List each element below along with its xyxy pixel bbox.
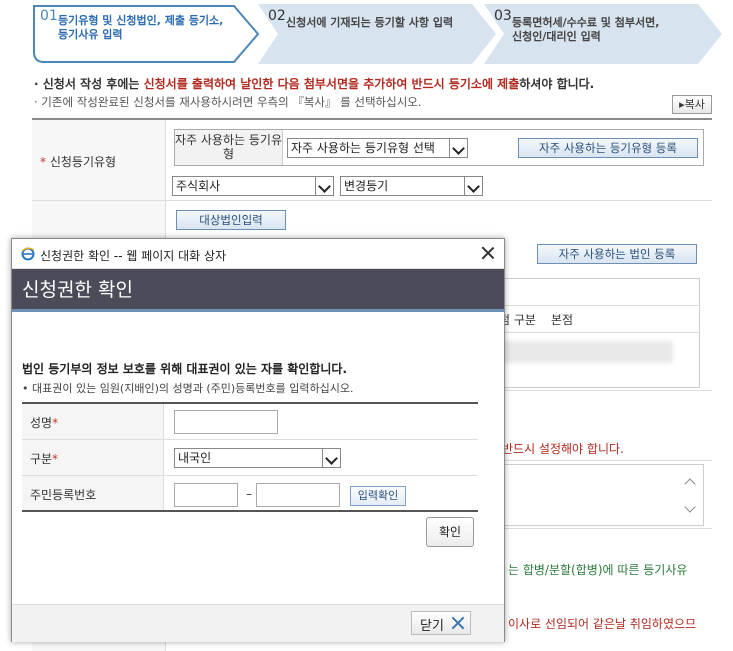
name-input[interactable] — [174, 410, 278, 434]
frequent-corp-register-button[interactable]: 자주 사용하는 법인 등록 — [537, 244, 697, 264]
step-2: 02 신청서에 기재되는 등기할 사항 입력 — [258, 4, 498, 64]
copy-button[interactable]: ▸복사 — [672, 95, 712, 114]
frequent-type-box: 자주 사용하는 등기유형 자주 사용하는 등기유형 선택 자주 사용하는 등기유… — [174, 129, 704, 166]
notice-reuse: · 기존에 작성완료된 신청서를 재사용하시려면 우측의 『복사』 를 선택하십… — [34, 95, 422, 109]
rrn-label: 주민등록번호 — [30, 488, 97, 502]
warning-text: 반드시 설정해야 합니다. — [502, 442, 624, 456]
frequent-type-register-button[interactable]: 자주 사용하는 등기유형 등록 — [518, 138, 698, 158]
frequent-type-select[interactable]: 자주 사용하는 등기유형 선택 — [287, 138, 468, 158]
appointment-info-text: 이사로 선임되어 같은날 취임하였으므 — [508, 617, 697, 631]
info-message: 법인 등기부의 정보 보호를 위해 대표권이 있는 자를 확인합니다. — [22, 362, 348, 376]
dialog-heading: 신청권한 확인 — [22, 279, 133, 301]
registration-type-label: * 신청등기유형 — [40, 155, 117, 169]
category-select[interactable]: 내국인 — [174, 448, 341, 468]
step-progress: 01 등기유형 및 신청법인, 제출 등기소, 등기사유 입력 02 신청서에 … — [32, 4, 722, 66]
scroll-up-icon[interactable] — [685, 477, 695, 487]
step-3-label: 등록면허세/수수료 및 첨부서면, 신청인/대리인 입력 — [512, 16, 660, 43]
target-corp-button[interactable]: 대상법인입력 — [176, 210, 286, 230]
scrollable-textarea[interactable] — [474, 464, 704, 526]
chevron-down-icon — [315, 177, 333, 195]
registration-type-select[interactable]: 변경등기 — [340, 176, 483, 196]
notice-submit: · 신청서 작성 후에는 신청서를 출력하여 날인한 다음 첨부서면을 추가하여… — [34, 77, 595, 91]
dialog-footer: 닫기 — [12, 604, 504, 642]
confirm-input-button[interactable]: 입력확인 — [350, 486, 406, 506]
chevron-down-icon — [322, 449, 340, 467]
info-instruction: • 대표권이 있는 임원(지배인)의 성명과 (주민)등록번호를 입력하십시오. — [22, 382, 354, 395]
corp-table: 점 구분 본점 — [472, 278, 700, 388]
row-divider — [32, 200, 712, 201]
step-1-number: 01 — [40, 8, 58, 24]
step-1-label: 등기유형 및 신청법인, 제출 등기소, 등기사유 입력 — [58, 14, 224, 41]
dialog-header-divider — [12, 309, 504, 312]
step-2-number: 02 — [268, 8, 286, 24]
close-icon — [450, 615, 466, 631]
chevron-down-icon — [464, 177, 482, 195]
step-2-shape — [258, 4, 496, 64]
branch-value: 본점 — [551, 313, 574, 327]
rrn-front-input[interactable] — [174, 483, 238, 507]
close-button[interactable]: 닫기 — [411, 611, 471, 635]
name-label: 성명* — [30, 416, 59, 430]
step-3: 03 등록면허세/수수료 및 첨부서면, 신청인/대리인 입력 — [484, 4, 724, 64]
merger-info-text: 는 합병/분할(합병)에 따른 등기사유 — [508, 563, 688, 577]
identity-form: 성명* 구분* 내국인 주민등록번호 – 입력확인 — [22, 402, 478, 512]
permission-dialog: 신청권한 확인 -- 웹 페이지 대화 상자 신청권한 확인 법인 등기부의 정… — [11, 238, 505, 642]
scroll-down-icon[interactable] — [685, 503, 695, 513]
redacted-area — [493, 341, 673, 363]
step-3-number: 03 — [494, 8, 512, 24]
dialog-window-title: 신청권한 확인 -- 웹 페이지 대화 상자 — [40, 249, 227, 263]
frequent-type-label: 자주 사용하는 등기유형 — [175, 130, 283, 165]
company-type-select[interactable]: 주식회사 — [172, 176, 334, 196]
row-divider — [22, 475, 478, 476]
required-mark: * — [40, 155, 46, 169]
category-label: 구분* — [30, 452, 59, 466]
rrn-dash: – — [246, 487, 252, 501]
step-1: 01 등기유형 및 신청법인, 제출 등기소, 등기사유 입력 — [32, 4, 260, 64]
dialog-header: 신청권한 확인 — [12, 269, 504, 309]
chevron-down-icon — [449, 139, 467, 157]
ok-button[interactable]: 확인 — [426, 517, 474, 547]
dialog-titlebar: 신청권한 확인 -- 웹 페이지 대화 상자 — [12, 239, 504, 269]
row-divider — [22, 439, 478, 440]
rrn-back-input[interactable] — [256, 483, 340, 507]
close-icon[interactable] — [480, 245, 496, 261]
step-2-label: 신청서에 기재되는 등기할 사항 입력 — [286, 16, 454, 29]
ie-icon — [21, 247, 35, 261]
